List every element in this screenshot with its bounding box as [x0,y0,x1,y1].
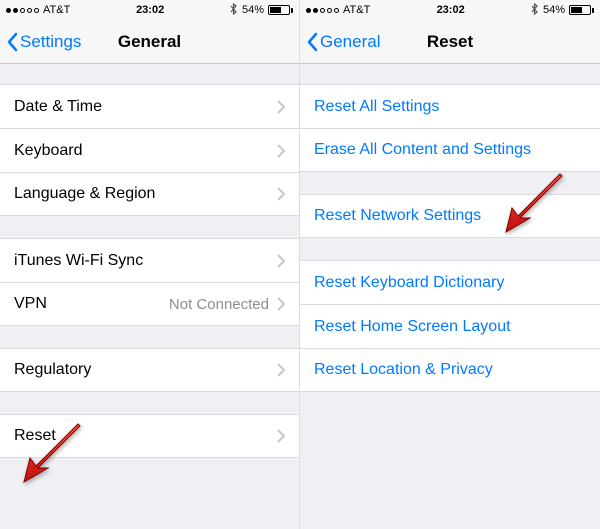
settings-group: Reset Keyboard Dictionary Reset Home Scr… [300,260,600,392]
chevron-right-icon [277,297,285,311]
settings-group: Reset [0,414,299,458]
chevron-left-icon [6,32,18,52]
battery-percent-label: 54% [543,4,565,16]
carrier-label: AT&T [43,4,70,16]
reset-list: Reset All Settings Erase All Content and… [300,64,600,529]
screen-reset: AT&T 23:02 54% General Reset [300,0,600,529]
back-button[interactable]: General [306,20,380,63]
cell-reset-home-screen-layout[interactable]: Reset Home Screen Layout [300,304,600,348]
cell-itunes-wifi-sync[interactable]: iTunes Wi-Fi Sync [0,238,299,282]
nav-bar: General Reset [300,20,600,64]
settings-list: Date & Time Keyboard Language & Region [0,64,299,529]
clock-label: 23:02 [136,4,164,16]
chevron-left-icon [306,32,318,52]
bluetooth-icon [531,3,539,18]
back-label: General [320,32,380,52]
cell-label: VPN [14,295,169,313]
chevron-right-icon [277,187,285,201]
settings-group: Reset Network Settings [300,194,600,238]
status-bar: AT&T 23:02 54% [300,0,600,20]
signal-strength-icon [306,8,339,13]
battery-icon [569,5,594,15]
cell-label: Erase All Content and Settings [314,141,586,159]
cell-regulatory[interactable]: Regulatory [0,348,299,392]
signal-strength-icon [6,8,39,13]
cell-label: Reset [14,427,277,445]
nav-bar: Settings General [0,20,299,64]
page-title: General [118,32,181,52]
cell-reset-keyboard-dictionary[interactable]: Reset Keyboard Dictionary [300,260,600,304]
cell-reset-location-privacy[interactable]: Reset Location & Privacy [300,348,600,392]
cell-language-region[interactable]: Language & Region [0,172,299,216]
cell-detail: Not Connected [169,296,269,313]
settings-group: Date & Time Keyboard Language & Region [0,84,299,216]
clock-label: 23:02 [437,4,465,16]
chevron-right-icon [277,429,285,443]
back-label: Settings [20,32,81,52]
battery-percent-label: 54% [242,4,264,16]
back-button[interactable]: Settings [6,20,81,63]
cell-label: Date & Time [14,98,277,116]
cell-label: Reset Network Settings [314,207,586,225]
cell-label: Reset Home Screen Layout [314,318,586,336]
cell-label: Reset All Settings [314,98,586,116]
cell-label: Reset Location & Privacy [314,361,586,379]
screen-general-settings: AT&T 23:02 54% Settings General [0,0,300,529]
settings-group: Reset All Settings Erase All Content and… [300,84,600,172]
cell-label: iTunes Wi-Fi Sync [14,252,277,270]
cell-label: Reset Keyboard Dictionary [314,274,586,292]
cell-label: Language & Region [14,185,277,203]
cell-reset-all-settings[interactable]: Reset All Settings [300,84,600,128]
settings-group: Regulatory [0,348,299,392]
cell-date-time[interactable]: Date & Time [0,84,299,128]
cell-vpn[interactable]: VPN Not Connected [0,282,299,326]
page-title: Reset [427,32,473,52]
chevron-right-icon [277,144,285,158]
status-bar: AT&T 23:02 54% [0,0,299,20]
bluetooth-icon [230,3,238,18]
cell-label: Keyboard [14,142,277,160]
cell-reset[interactable]: Reset [0,414,299,458]
carrier-label: AT&T [343,4,370,16]
battery-icon [268,5,293,15]
chevron-right-icon [277,363,285,377]
settings-group: iTunes Wi-Fi Sync VPN Not Connected [0,238,299,326]
cell-keyboard[interactable]: Keyboard [0,128,299,172]
cell-reset-network-settings[interactable]: Reset Network Settings [300,194,600,238]
chevron-right-icon [277,254,285,268]
chevron-right-icon [277,100,285,114]
cell-label: Regulatory [14,361,277,379]
cell-erase-all-content[interactable]: Erase All Content and Settings [300,128,600,172]
